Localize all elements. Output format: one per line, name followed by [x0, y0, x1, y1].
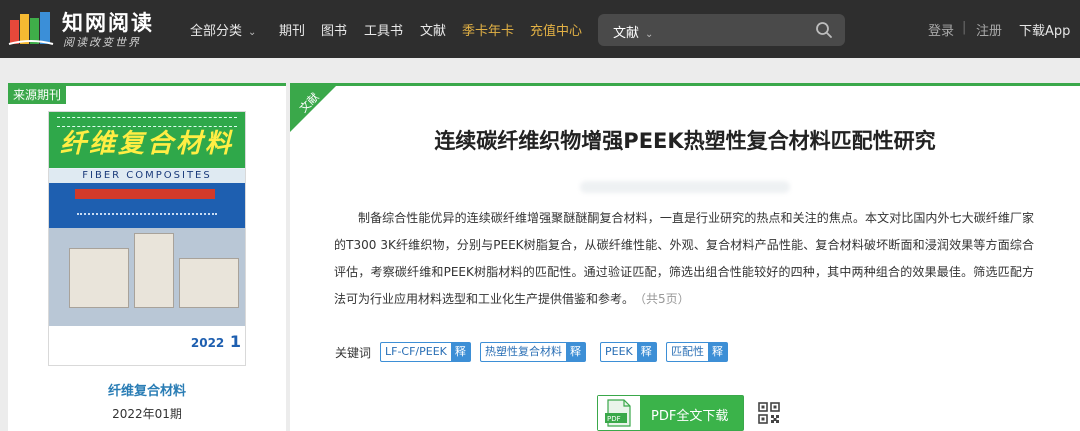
keyword-text: 匹配性	[671, 345, 704, 358]
cover-building-tower	[134, 233, 174, 308]
keyword-explain-button[interactable]: 释	[450, 343, 470, 361]
top-nav-bar: 知网阅读 阅读改变世界 全部分类 ⌄ 期刊 图书 工具书 文献 季卡年卡 充值中心…	[0, 0, 1080, 58]
cover-issue: 1	[229, 332, 241, 351]
cover-building-photo	[49, 228, 245, 328]
article-card: 文献 连续碳纤维织物增强PEEK热塑性复合材料匹配性研究 制备综合性能优异的连续…	[290, 83, 1080, 431]
cover-subtitle: FIBER COMPOSITES	[49, 169, 245, 183]
search-category-label: 文献	[613, 26, 640, 41]
source-journal-tag: 来源期刊	[8, 86, 67, 104]
keyword-text: LF-CF/PEEK	[385, 345, 447, 358]
journal-cover-image[interactable]: 纤维复合材料 FIBER COMPOSITES 2022 1	[48, 111, 246, 366]
keyword-explain-button[interactable]: 释	[566, 343, 585, 361]
cover-year: 2022	[190, 336, 225, 350]
article-abstract: 制备综合性能优异的连续碳纤维增强聚醚醚酮复合材料，一直是行业研究的热点和关注的焦…	[334, 205, 1034, 313]
keyword-tag[interactable]: LF-CF/PEEK 释	[380, 342, 471, 362]
keyword-tag[interactable]: PEEK 释	[600, 342, 657, 362]
search-input[interactable]	[678, 19, 808, 41]
pdf-download-label: PDF全文下载	[651, 409, 729, 424]
cover-header-line	[57, 117, 237, 127]
qr-code-icon[interactable]	[758, 402, 780, 424]
keyword-tag[interactable]: 匹配性释	[666, 342, 728, 362]
cover-title-band: 纤维复合材料	[49, 112, 245, 168]
pdf-download-button[interactable]: PDF PDF全文下载	[597, 395, 744, 431]
keyword-text: PEEK	[605, 345, 633, 358]
journal-issue-label: 2022年01期	[112, 407, 182, 421]
search-bar: 文献 ⌄	[598, 14, 845, 46]
keyword-text: 热塑性复合材料	[485, 345, 562, 358]
logo-title[interactable]: 知网阅读	[62, 7, 154, 37]
cover-title: 纤维复合材料	[59, 129, 234, 159]
nav-all-categories-label: 全部分类	[190, 24, 243, 39]
source-journal-card: 来源期刊 纤维复合材料 FIBER COMPOSITES 2022 1 纤维复合…	[8, 83, 286, 431]
keyword-explain-button[interactable]: 释	[708, 343, 727, 361]
nav-literature[interactable]: 文献	[420, 20, 446, 39]
nav-recharge-center[interactable]: 充值中心	[530, 20, 582, 39]
authors-blurred	[580, 181, 790, 193]
cover-red-banner	[75, 189, 215, 199]
cover-building-right	[179, 258, 239, 308]
nav-journals[interactable]: 期刊	[279, 20, 305, 39]
download-app-link[interactable]: 下载App	[1019, 20, 1070, 39]
pdf-icon-text: PDF	[607, 415, 621, 423]
nav-reference-books[interactable]: 工具书	[364, 20, 403, 39]
register-link[interactable]: 注册	[976, 20, 1002, 39]
keyword-tag[interactable]: 热塑性复合材料释	[480, 342, 586, 362]
nav-separator: |	[962, 20, 967, 35]
keyword-explain-button[interactable]: 释	[636, 343, 656, 361]
search-icon[interactable]	[815, 21, 833, 39]
nav-all-categories[interactable]: 全部分类 ⌄	[190, 20, 256, 39]
page-count: （共5页）	[640, 292, 690, 306]
login-link[interactable]: 登录	[928, 20, 954, 39]
books-logo-icon[interactable]	[8, 10, 54, 46]
nav-books[interactable]: 图书	[321, 20, 347, 39]
search-category-select[interactable]: 文献 ⌄	[613, 22, 653, 41]
article-title: 连续碳纤维织物增强PEEK热塑性复合材料匹配性研究	[434, 129, 936, 153]
chevron-down-icon: ⌄	[645, 29, 654, 40]
nav-season-year-card[interactable]: 季卡年卡	[462, 20, 514, 39]
journal-name-link[interactable]: 纤维复合材料	[8, 380, 286, 399]
cover-building-left	[69, 248, 129, 308]
cover-footer: 2022 1	[49, 326, 245, 365]
pdf-file-icon: PDF	[598, 396, 640, 430]
cover-issue-number: 2022 1	[191, 332, 241, 351]
keywords-label: 关键词	[335, 346, 372, 360]
logo-slogan: 阅读改变世界	[63, 36, 141, 49]
chevron-down-icon: ⌄	[248, 27, 257, 38]
